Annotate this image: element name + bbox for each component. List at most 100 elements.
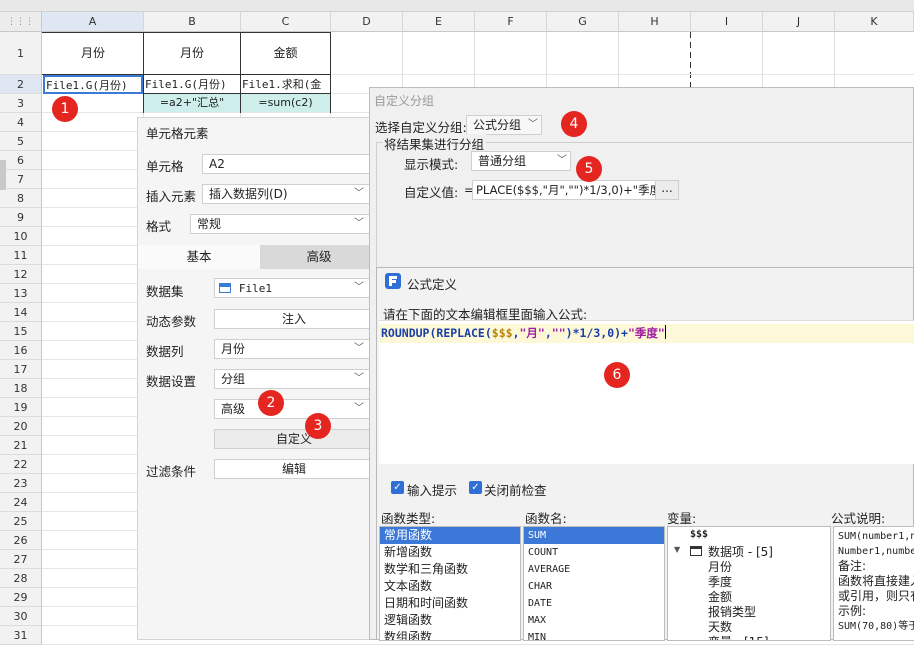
cell-a1[interactable]: 月份 (43, 33, 143, 74)
row-header-23[interactable]: 23 (0, 474, 42, 493)
formula-string-quarter: "季度" (627, 326, 665, 340)
row-header-25[interactable]: 25 (0, 512, 42, 531)
cell-c2[interactable]: File1.求和(金 (242, 76, 330, 93)
cell-c3[interactable]: =sum(c2) (241, 94, 330, 112)
cell-b2[interactable]: File1.G(月份) (145, 76, 240, 93)
row-header-27[interactable]: 27 (0, 550, 42, 569)
column-header-e[interactable]: E (403, 12, 475, 32)
row-header-21[interactable]: 21 (0, 436, 42, 455)
list-item[interactable]: 日期和时间函数 (380, 595, 520, 612)
inject-button[interactable]: 注入 (214, 309, 374, 329)
column-header-c[interactable]: C (241, 12, 331, 32)
row-header-22[interactable]: 22 (0, 455, 42, 474)
cell-b1[interactable]: 月份 (144, 33, 240, 74)
chevron-down-icon[interactable]: ﹀ (351, 340, 367, 358)
column-header-b[interactable]: B (144, 12, 241, 32)
row-header-28[interactable]: 28 (0, 569, 42, 588)
list-item[interactable]: SUM (524, 527, 664, 544)
row-header-8[interactable]: 8 (0, 189, 42, 208)
formula-editor-button[interactable]: ... (655, 180, 679, 200)
row-header-5[interactable]: 5 (0, 132, 42, 151)
chevron-down-icon[interactable]: ﹀ (525, 116, 541, 134)
chevron-down-icon[interactable]: ﹀ (351, 370, 367, 388)
row-header-26[interactable]: 26 (0, 531, 42, 550)
column-header-h[interactable]: H (619, 12, 691, 32)
formula-comma: , (512, 326, 520, 340)
row-header-6[interactable]: 6 (0, 151, 42, 170)
column-select[interactable]: 月份 (214, 339, 374, 359)
input-hint-checkbox[interactable]: ✓ (391, 481, 404, 494)
column-header-i[interactable]: I (691, 12, 763, 32)
collapse-icon[interactable]: ▼ (674, 545, 680, 554)
row-header-14[interactable]: 14 (0, 303, 42, 322)
row-header-17[interactable]: 17 (0, 360, 42, 379)
column-header-d[interactable]: D (331, 12, 403, 32)
formula-logo-icon (385, 273, 401, 289)
edit-filter-button[interactable]: 编辑 (214, 459, 374, 479)
column-header-a[interactable]: A (42, 12, 144, 32)
list-item[interactable]: 数学和三角函数 (380, 561, 520, 578)
list-item[interactable]: 逻辑函数 (380, 612, 520, 629)
row-header-9[interactable]: 9 (0, 208, 42, 227)
row-header-12[interactable]: 12 (0, 265, 42, 284)
row-header-16[interactable]: 16 (0, 341, 42, 360)
row-header-18[interactable]: 18 (0, 379, 42, 398)
insert-element-select[interactable]: 插入数据列(D) (202, 184, 374, 204)
cell-field[interactable]: A2 (202, 154, 382, 174)
list-item[interactable]: MIN (524, 629, 664, 640)
row-header-30[interactable]: 30 (0, 607, 42, 626)
chevron-down-icon[interactable]: ﹀ (554, 152, 570, 170)
row-header-2[interactable]: 2 (0, 75, 42, 94)
cell-element-panel: 单元格元素 单元格 A2 插入元素 插入数据列(D) ﹀ 格式 常规 ﹀ 基本 … (137, 117, 382, 640)
formula-variable: $$$ (491, 326, 513, 340)
column-header-g[interactable]: G (547, 12, 619, 32)
row-header-11[interactable]: 11 (0, 246, 42, 265)
list-item[interactable]: 数组函数 (380, 629, 520, 640)
chevron-down-icon[interactable]: ﹀ (351, 279, 367, 297)
row-header-13[interactable]: 13 (0, 284, 42, 303)
custom-button[interactable]: 自定义 (214, 429, 374, 449)
row-header-10[interactable]: 10 (0, 227, 42, 246)
column-header-j[interactable]: J (763, 12, 835, 32)
tab-basic[interactable]: 基本 (138, 245, 260, 269)
check-before-close-checkbox[interactable]: ✓ (469, 481, 482, 494)
advanced-select[interactable]: 高级 (214, 399, 374, 419)
list-item[interactable]: AVERAGE (524, 561, 664, 578)
row-header-3[interactable]: 3 (0, 94, 42, 113)
custom-value-field[interactable]: PLACE($$$,"月","")*1/3,0)+"季度" (472, 180, 656, 200)
row-header-24[interactable]: 24 (0, 493, 42, 512)
column-header-k[interactable]: K (835, 12, 914, 32)
list-item[interactable]: 新增函数 (380, 544, 520, 561)
cell-b3[interactable]: =a2+"汇总" (144, 94, 240, 112)
row-header-4[interactable]: 4 (0, 113, 42, 132)
list-item[interactable]: MAX (524, 612, 664, 629)
formula-description: SUM(number1,n Number1,numbe 备注: 函数将直接建入 … (833, 526, 914, 641)
cell-a2[interactable]: File1.G(月份) (43, 75, 143, 94)
list-item[interactable]: 文本函数 (380, 578, 520, 595)
row-header-29[interactable]: 29 (0, 588, 42, 607)
dataset-select[interactable]: File1 (214, 278, 374, 298)
select-all-corner[interactable]: ⋮⋮⋮ (0, 12, 42, 32)
cell-c1[interactable]: 金额 (241, 33, 330, 74)
tree-root[interactable]: $$$ (690, 529, 708, 540)
callout-badge-3: 3 (305, 413, 331, 439)
format-select[interactable]: 常规 (190, 214, 374, 234)
formula-editor[interactable]: ROUNDUP(REPLACE($$$,"月","")*1/3,0)+"季度" (379, 320, 914, 464)
list-item[interactable]: 常用函数 (380, 527, 520, 544)
list-item[interactable]: COUNT (524, 544, 664, 561)
row-header-15[interactable]: 15 (0, 322, 42, 341)
column-header-f[interactable]: F (475, 12, 547, 32)
setting-select[interactable]: 分组 (214, 369, 374, 389)
list-item[interactable]: CHAR (524, 578, 664, 595)
list-item[interactable]: DATE (524, 595, 664, 612)
tab-advanced[interactable]: 高级 (260, 245, 378, 269)
chevron-down-icon[interactable]: ﹀ (351, 400, 367, 418)
chevron-down-icon[interactable]: ﹀ (351, 185, 367, 203)
description-line: 函数将直接建入 (838, 574, 914, 588)
chevron-down-icon[interactable]: ﹀ (351, 215, 367, 233)
row-header-19[interactable]: 19 (0, 398, 42, 417)
row-header-31[interactable]: 31 (0, 626, 42, 645)
row-header-20[interactable]: 20 (0, 417, 42, 436)
row-header-1[interactable]: 1 (0, 32, 42, 75)
row-header-7[interactable]: 7 (0, 170, 42, 189)
